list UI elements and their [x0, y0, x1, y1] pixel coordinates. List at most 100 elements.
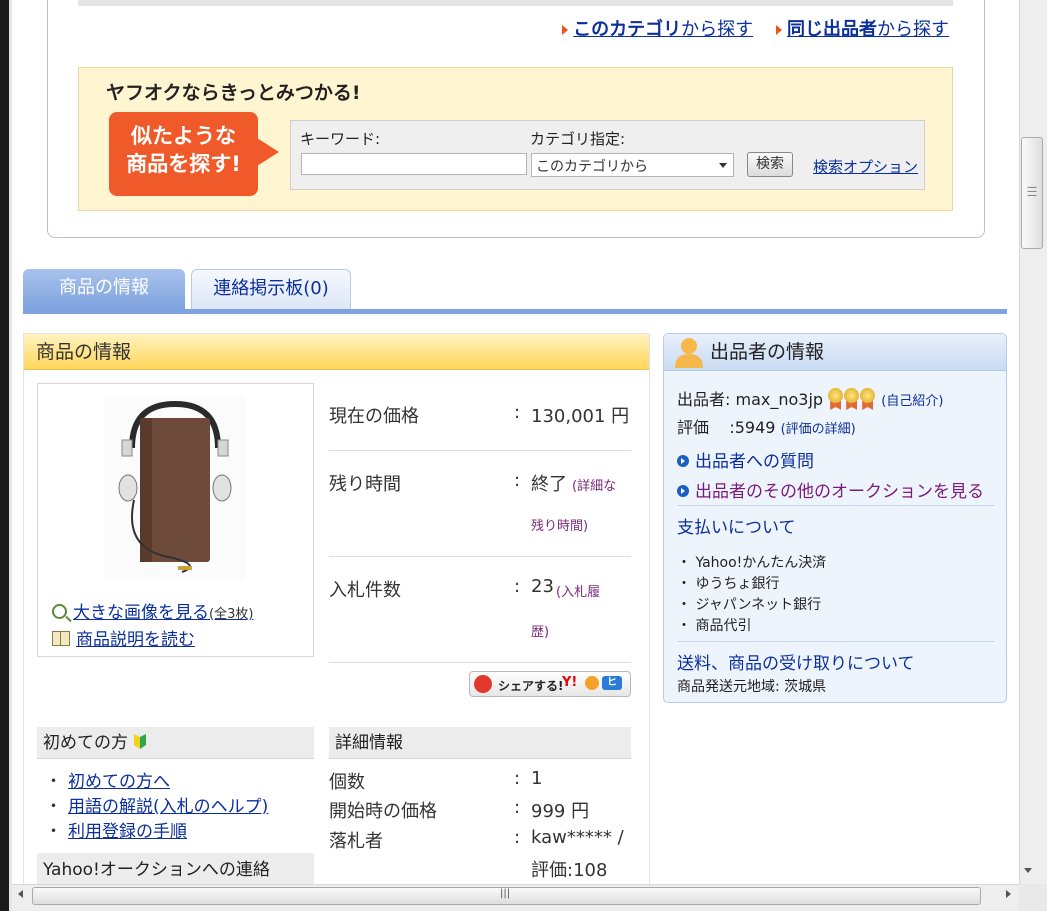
divider [677, 505, 995, 506]
category-select[interactable]: このカテゴリから [531, 153, 734, 177]
divider [329, 450, 631, 451]
payment-method-item: ・ ジャパンネット銀行 [677, 597, 822, 613]
grip-icon: ||| [500, 888, 511, 899]
registration-link[interactable]: 利用登録の手順 [68, 822, 187, 842]
keyword-input[interactable] [301, 153, 527, 175]
current-price-value: 130,001 円 [531, 406, 630, 427]
category-label: カテゴリ指定: [530, 130, 626, 148]
seller-other-auctions-link[interactable]: 出品者のその他のオークションを見る [677, 477, 984, 502]
contact-yahoo-header: Yahoo!オークションへの連絡 [37, 853, 314, 887]
seller-id-link[interactable]: max_no3jp [736, 390, 824, 409]
rating-value-link[interactable]: 5949 [735, 418, 776, 437]
read-description-link[interactable]: 商品説明を読む [52, 625, 195, 650]
time-left-value: 終了 [531, 474, 567, 495]
tab-message-board[interactable]: 連絡掲示板(0) [191, 269, 351, 309]
divider [677, 641, 995, 642]
beginner-header: 初めての方 [37, 727, 314, 759]
quantity-value: 1 [531, 768, 543, 789]
search-same-seller-link[interactable]: 同じ出品者から探す [787, 19, 949, 40]
search-this-category-link[interactable]: このカテゴリから探す [573, 19, 753, 40]
arrow-circle-icon [677, 485, 689, 497]
glossary-link[interactable]: 用語の解説(入札のヘルプ) [68, 797, 268, 817]
triangle-icon [562, 25, 569, 35]
tab-item-info[interactable]: 商品の情報 [23, 269, 185, 309]
search-button[interactable]: 検索 [747, 152, 793, 177]
category-links: このカテゴリから探す 同じ出品者から探す [562, 15, 949, 41]
medal-icon [860, 388, 876, 410]
scroll-left-arrow-icon[interactable] [18, 890, 23, 898]
winner-label: 落札者 [329, 831, 383, 852]
seller-rating-row: 評価 :5949 (評価の詳細) [677, 418, 856, 437]
seller-id-row: 出品者: max_no3jp (自己紹介) [677, 388, 944, 410]
grip-icon: — — — [1027, 182, 1037, 201]
share-arrow-icon [474, 675, 492, 693]
details-header: 詳細情報 [329, 727, 631, 759]
vertical-scrollbar[interactable] [1019, 0, 1047, 884]
product-info-header: 商品の情報 [24, 334, 649, 370]
product-image[interactable] [104, 396, 246, 580]
winner-value: kaw***** / [531, 827, 624, 848]
quantity-colon: : [514, 768, 521, 789]
share-button[interactable]: シェアする! Y! ヒ [469, 671, 631, 697]
beginner-link-item: ・初めての方へ [45, 772, 170, 792]
medal-icon [828, 388, 844, 410]
divider [329, 556, 631, 557]
triangle-icon [776, 25, 782, 35]
badge-arrow-icon [257, 138, 279, 166]
similar-search-title: ヤフオクならきっとみつかる! [106, 82, 361, 104]
search-option-link[interactable]: 検索オプション [813, 156, 918, 177]
payment-method-item: ・ 商品代引 [677, 618, 752, 634]
beginner-mark-icon [134, 734, 147, 749]
window-left-border [9, 0, 12, 911]
bid-history-link-cont[interactable]: 歴) [531, 621, 549, 640]
tab-underline [23, 309, 1007, 314]
divider [329, 662, 631, 663]
beginner-link-item: ・用語の解説(入札のヘルプ) [45, 797, 269, 817]
bids-label: 入札件数 [329, 580, 401, 601]
yahoo-icon: Y! [562, 675, 578, 690]
view-large-image-link[interactable]: 大きな画像を見る(全3枚) [52, 598, 253, 623]
quantity-label: 個数 [329, 772, 365, 793]
scroll-right-arrow-icon[interactable] [1006, 890, 1011, 898]
current-price-label: 現在の価格 [329, 406, 419, 427]
payment-header-link[interactable]: 支払いについて [677, 513, 796, 538]
ship-from-row: 商品発送元地域: 茨城県 [677, 679, 827, 695]
start-price-colon: : [514, 797, 521, 818]
start-price-value: 999 円 [531, 801, 590, 822]
shipping-header-link[interactable]: 送料、商品の受け取りについて [677, 649, 915, 674]
mixi-icon [585, 676, 599, 690]
medal-icon [844, 388, 860, 410]
scroll-down-arrow-icon[interactable] [1024, 868, 1032, 873]
keyword-label: キーワード: [300, 130, 381, 148]
bids-colon: : [514, 576, 521, 597]
time-left-label: 残り時間 [329, 474, 401, 495]
seller-info-header: 出品者の情報 [664, 334, 1006, 371]
magnifier-icon [52, 604, 67, 619]
payment-method-item: ・ ゆうちょ銀行 [677, 576, 780, 592]
hatena-icon: ヒ [602, 676, 622, 690]
similar-search-badge: 似たような 商品を探す! [109, 112, 258, 196]
bid-history-link[interactable]: (入札履 [556, 581, 600, 600]
beginner-link-item: ・利用登録の手順 [45, 822, 187, 842]
book-icon [52, 631, 70, 646]
person-icon [675, 338, 703, 368]
time-left-colon: : [514, 470, 521, 491]
start-price-label: 開始時の価格 [329, 801, 437, 822]
payment-method-item: ・ Yahoo!かんたん決済 [677, 555, 827, 571]
first-time-link[interactable]: 初めての方へ [68, 772, 170, 792]
chevron-down-icon [719, 163, 727, 168]
top-rule [78, 0, 953, 6]
time-left-detail-link[interactable]: (詳細な [572, 475, 616, 494]
bids-value: 23 [531, 576, 554, 597]
arrow-circle-icon [677, 455, 689, 467]
winner-rating: 評価:108 [531, 860, 608, 881]
rating-detail-link[interactable]: (評価の詳細) [781, 422, 856, 437]
window-left-edge [0, 0, 9, 911]
scrollbar-corner [1019, 884, 1047, 911]
winner-colon: : [514, 827, 521, 848]
ask-seller-link[interactable]: 出品者への質問 [677, 447, 814, 472]
payment-methods-list: ・ Yahoo!かんたん決済 ・ ゆうちょ銀行 ・ ジャパンネット銀行 ・ 商品… [677, 552, 826, 636]
time-left-detail-link-cont[interactable]: 残り時間) [531, 515, 588, 534]
self-intro-link[interactable]: (自己紹介) [881, 394, 943, 409]
current-price-colon: : [514, 402, 521, 423]
